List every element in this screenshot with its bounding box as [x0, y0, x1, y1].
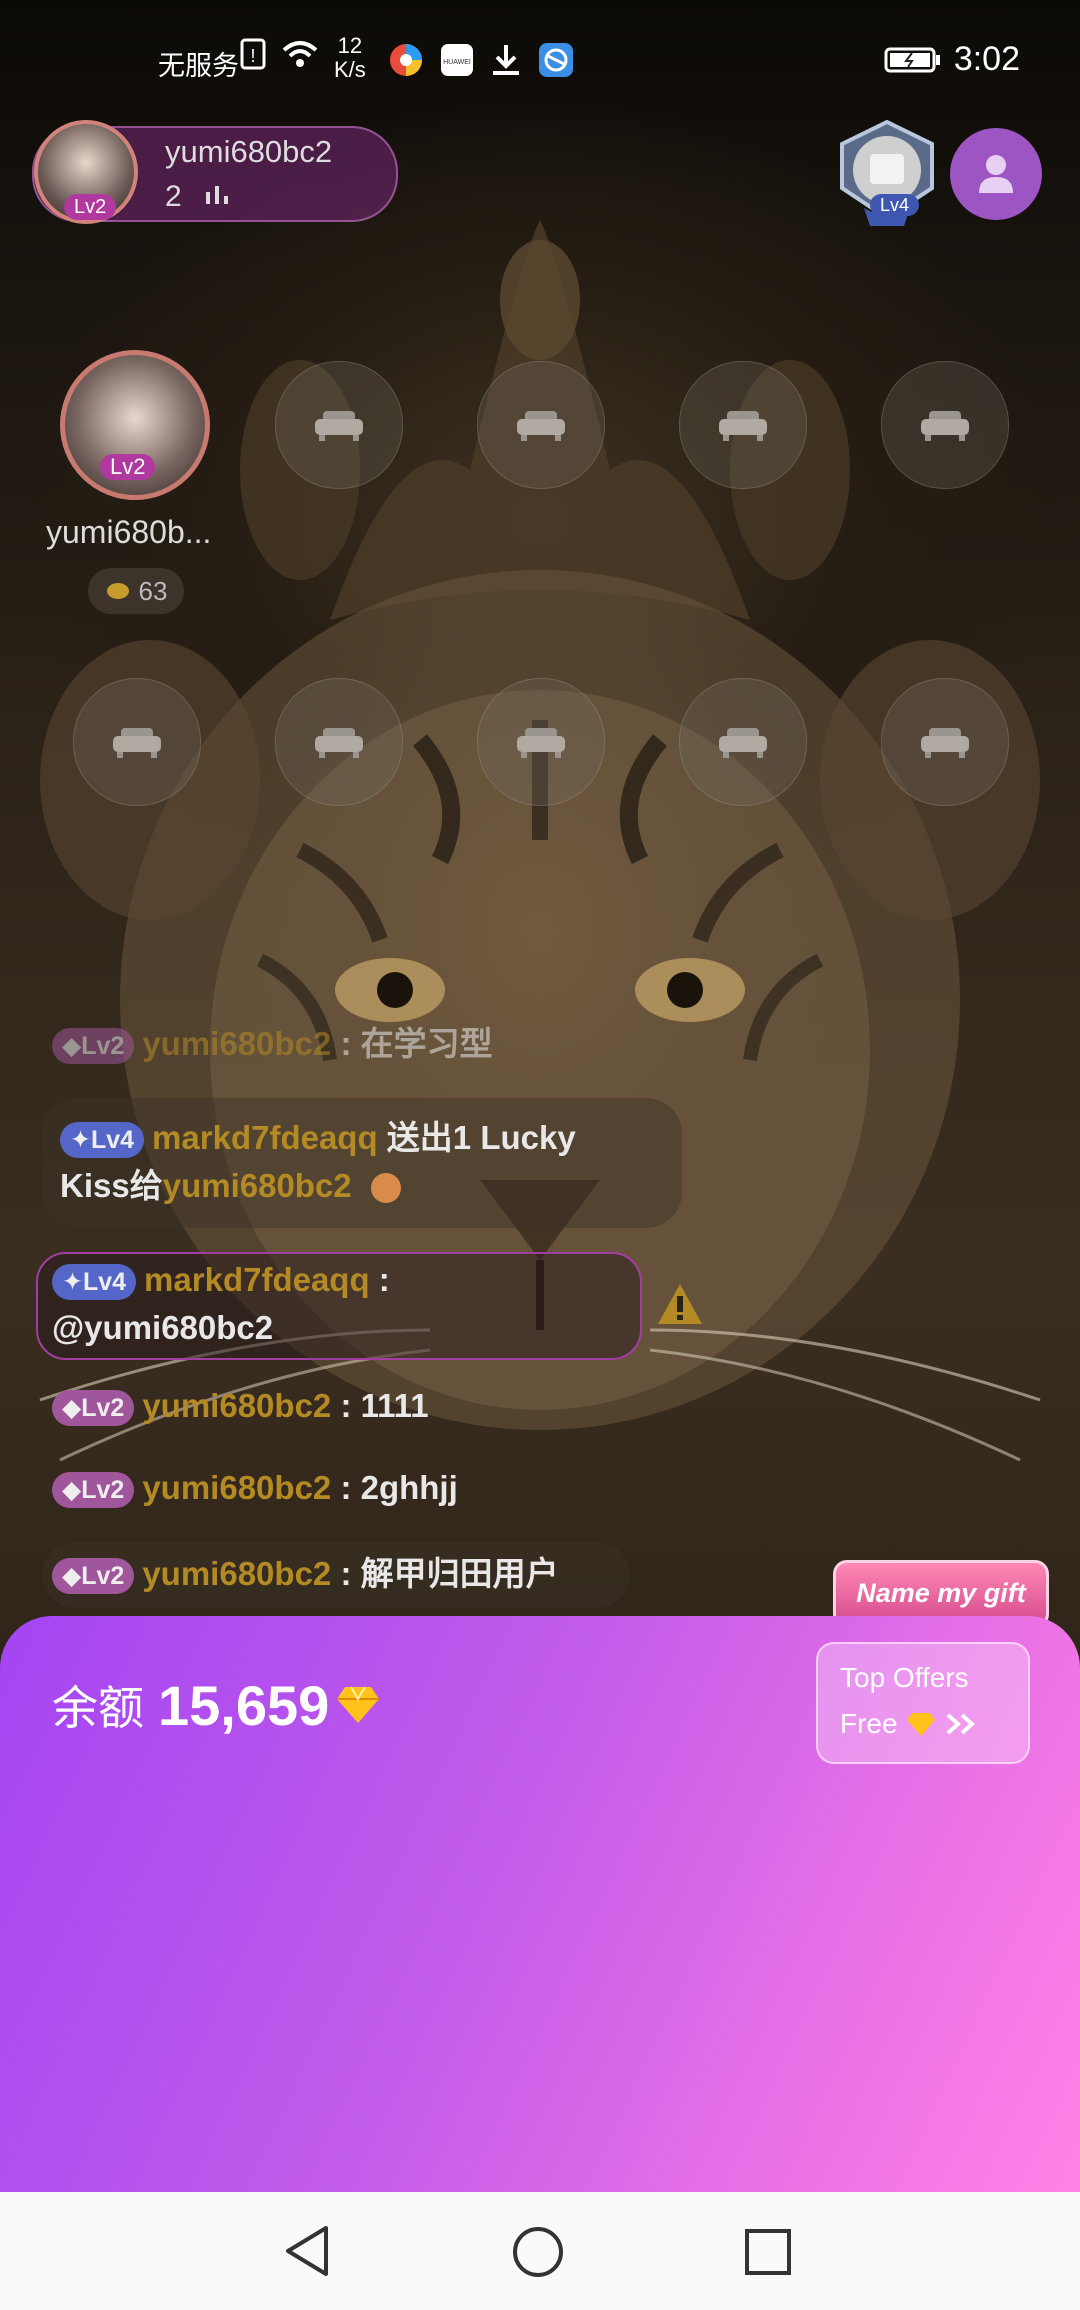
online-users-button[interactable]	[950, 128, 1042, 220]
app-icon	[539, 43, 573, 77]
gift-text: 送出1 Lucky	[377, 1119, 576, 1156]
notification-icons: HUAWEI	[388, 42, 574, 78]
empty-seat[interactable]	[275, 678, 403, 806]
free-label: Free	[840, 1708, 898, 1739]
carrier-label: 无服务	[158, 51, 239, 81]
chat-username[interactable]: yumi680bc2	[142, 1469, 331, 1506]
svg-text:!: !	[250, 46, 255, 66]
home-icon[interactable]	[512, 2226, 564, 2278]
chat-level-badge: ◆Lv2	[52, 1390, 135, 1427]
sofa-icon	[113, 728, 161, 758]
chat-text: @yumi680bc2	[52, 1309, 274, 1346]
sofa-icon	[315, 411, 363, 441]
double-chevron-right-icon	[946, 1713, 975, 1735]
battery-icon	[884, 47, 940, 72]
top-offers-title: Top Offers	[840, 1662, 969, 1693]
chat-level-badge: ◆Lv2	[52, 1558, 135, 1595]
back-icon[interactable]	[282, 2224, 332, 2278]
gift-target[interactable]: yumi680bc2	[163, 1167, 352, 1204]
chat-username[interactable]: yumi680bc2	[142, 1555, 331, 1592]
empty-seat[interactable]	[275, 361, 403, 489]
chat-username[interactable]: yumi680bc2	[142, 1025, 331, 1062]
empty-seat[interactable]	[477, 678, 605, 806]
warning-icon[interactable]	[656, 1282, 704, 1326]
empty-seat[interactable]	[679, 361, 807, 489]
huawei-icon: HUAWEI	[441, 44, 473, 76]
chat-message: ◆Lv2 yumi680bc2 : 2ghhjj	[52, 1464, 458, 1512]
status-right: 3:02	[884, 40, 1020, 79]
network-speed: 12 K/s	[334, 34, 366, 82]
host-level-badge: Lv2	[64, 194, 117, 220]
balance-row: 余额 15,659	[52, 1672, 381, 1738]
empty-seat[interactable]	[881, 678, 1009, 806]
status-icons: !	[240, 38, 320, 70]
chat-separator: :	[331, 1025, 361, 1062]
chat-message: ◆Lv2 yumi680bc2 : 在学习型	[52, 1020, 493, 1068]
clock: 3:02	[953, 40, 1020, 78]
medal-level-badge: Lv4	[870, 194, 920, 216]
empty-seat[interactable]	[881, 361, 1009, 489]
gift-message: ✦Lv4 markd7fdeaqq 送出1 Lucky Kiss给yumi680b…	[60, 1114, 576, 1210]
sofa-icon	[517, 728, 565, 758]
chat-username[interactable]: markd7fdeaqq	[152, 1119, 378, 1156]
chat-level-badge: ✦Lv4	[60, 1122, 145, 1159]
svg-text:HUAWEI: HUAWEI	[443, 59, 471, 66]
browser-icon	[390, 44, 422, 76]
empty-seat[interactable]	[679, 678, 807, 806]
diamond-icon	[337, 1686, 380, 1723]
host-seat-coins: 63	[88, 568, 184, 614]
empty-seat[interactable]	[477, 361, 605, 489]
sofa-icon	[517, 411, 565, 441]
lucky-kiss-gift-icon	[370, 1173, 401, 1204]
host-seat-name: yumi680b...	[46, 514, 212, 550]
recents-icon[interactable]	[744, 2228, 792, 2276]
sofa-icon	[719, 411, 767, 441]
chat-level-badge: ◆Lv2	[52, 1028, 135, 1065]
speed-value: 12	[337, 33, 363, 58]
coin-icon	[106, 583, 129, 599]
chat-text: 在学习型	[360, 1025, 493, 1062]
chat-text: 解甲归田用户	[360, 1555, 559, 1592]
users-icon	[979, 155, 1013, 193]
chat-text: 2ghhjj	[360, 1469, 458, 1506]
host-seat-level: Lv2	[100, 454, 156, 480]
room-rank-medal[interactable]: Lv4	[834, 118, 940, 230]
download-icon	[493, 45, 519, 75]
sim-icon: !	[240, 38, 266, 70]
balance-value: 15,659	[158, 1673, 330, 1737]
listener-count: 2	[165, 180, 182, 213]
sofa-icon	[921, 728, 969, 758]
chat-separator: :	[331, 1555, 361, 1592]
sofa-icon	[315, 728, 363, 758]
coin-value: 63	[138, 575, 168, 606]
chat-text: 1111	[360, 1387, 429, 1424]
system-navigation-bar	[0, 2192, 1080, 2310]
signal-bars-icon	[206, 186, 229, 204]
diamond-icon	[906, 1713, 935, 1736]
chat-separator: :	[331, 1387, 361, 1424]
chat-level-badge: ✦Lv4	[52, 1264, 137, 1301]
chat-separator: :	[331, 1469, 361, 1506]
status-bar: 无服务 ! 12 K/s HUAWEI 3:02	[0, 0, 1080, 120]
sofa-icon	[921, 411, 969, 441]
top-offers-button[interactable]	[816, 1642, 1030, 1764]
speed-unit: K/s	[334, 57, 366, 82]
chat-level-badge: ◆Lv2	[52, 1472, 135, 1509]
sofa-icon	[719, 728, 767, 758]
gift-text-2: Kiss给	[60, 1167, 163, 1204]
top-offers-subtitle: Free	[840, 1708, 978, 1740]
mention-message: ✦Lv4 markd7fdeaqq : @yumi680bc2	[52, 1256, 390, 1352]
chat-separator: :	[369, 1261, 390, 1298]
empty-seat[interactable]	[73, 678, 201, 806]
listener-count-row: 2	[165, 180, 232, 214]
balance-label: 余额	[52, 1682, 144, 1734]
wifi-icon	[282, 41, 318, 67]
chat-message: ◆Lv2 yumi680bc2 : 1111	[52, 1382, 429, 1430]
chat-username[interactable]: markd7fdeaqq	[144, 1261, 370, 1298]
chat-message: ◆Lv2 yumi680bc2 : 解甲归田用户	[52, 1550, 559, 1598]
host-name: yumi680bc2	[165, 134, 333, 169]
chat-username[interactable]: yumi680bc2	[142, 1387, 331, 1424]
